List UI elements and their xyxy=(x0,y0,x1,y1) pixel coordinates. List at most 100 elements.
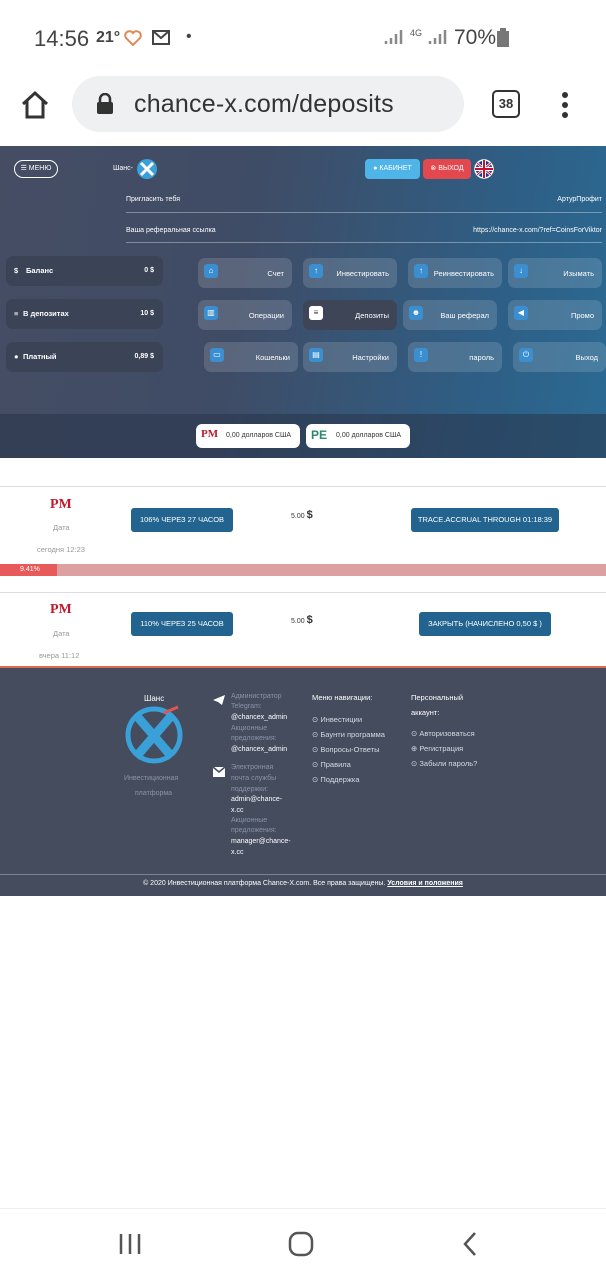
menu-button[interactable]: ☰ МЕНЮ xyxy=(14,160,58,178)
logo-icon[interactable] xyxy=(136,158,158,180)
support-email-icon xyxy=(212,766,226,777)
nav-exit-label: Выход xyxy=(575,353,598,362)
lock-icon xyxy=(97,93,113,114)
footer-link-faq[interactable]: ⊙ Вопросы-Ответы xyxy=(312,742,385,757)
footer-link-login[interactable]: ⊙ Авторизоваться xyxy=(411,726,477,741)
amount-value: 5.00 xyxy=(291,618,305,625)
copyright: © 2020 Инвестиционная платформа Chance-X… xyxy=(0,880,606,887)
plan-button[interactable]: 106% ЧЕРЕЗ 27 ЧАСОВ xyxy=(131,508,233,532)
nav-settings-button[interactable]: ▤ Настройки xyxy=(303,342,397,372)
deposit-card: PM Дата вчера 11:12 110% ЧЕРЕЗ 25 ЧАСОВ … xyxy=(0,592,606,668)
footer-link-forgot[interactable]: ⊙ Забыли пароль? xyxy=(411,756,477,771)
amount-value: 5.00 xyxy=(291,513,305,520)
link-label: Баунти программа xyxy=(320,730,385,739)
nav-deposits-label: Депозиты xyxy=(355,311,389,320)
home-nav-icon[interactable] xyxy=(288,1231,314,1257)
footer-link-invest[interactable]: ⊙ Инвестиции xyxy=(312,712,385,727)
cabinet-button[interactable]: ● КАБИНЕТ xyxy=(365,159,420,179)
promo-label: предложения: xyxy=(231,827,277,834)
admin-telegram-link[interactable]: @chancex_admin xyxy=(231,713,287,724)
promo-label: предложения: xyxy=(231,735,277,742)
admin-telegram-label: Telegram: xyxy=(231,703,262,710)
link-label: Регистрация xyxy=(419,744,464,753)
manager-email-link[interactable]: manager@chance- xyxy=(231,837,291,848)
nav-promo-button[interactable]: ◀ Промо xyxy=(508,300,602,330)
referral-label: Ваша реферальная ссылка xyxy=(126,227,216,234)
battery-icon xyxy=(497,28,509,47)
android-nav-bar xyxy=(0,1208,606,1280)
nav-account-button[interactable]: ⌂ Счет xyxy=(198,258,292,288)
recent-apps-icon[interactable] xyxy=(118,1233,142,1255)
link-label: Забыли пароль? xyxy=(419,759,478,768)
progress-bar: 9.41% xyxy=(0,564,606,576)
close-deposit-button[interactable]: ЗАКРЫТЬ (НАЧИСЛЕНО 0,50 $ ) xyxy=(419,612,551,636)
footer-logo-icon xyxy=(125,705,183,764)
address-bar[interactable]: chance-x.com/deposits xyxy=(72,76,464,132)
promo-telegram-link[interactable]: @chancex_admin xyxy=(231,745,287,756)
footer-brand: Шанс xyxy=(144,694,165,703)
logo-text: Шанс- xyxy=(113,165,134,172)
nav-deposits-button[interactable]: ≡ Депозиты xyxy=(303,300,397,330)
health-icon xyxy=(124,30,142,46)
nav-invest-button[interactable]: ↑ Инвестировать xyxy=(303,258,397,288)
footer-link-register[interactable]: ⊕ Регистрация xyxy=(411,741,477,756)
account-links: ⊙ Авторизоваться ⊕ Регистрация ⊙ Забыли … xyxy=(411,726,477,771)
back-icon[interactable] xyxy=(462,1231,478,1257)
nav-referral-label: Ваш реферал xyxy=(440,311,489,320)
link-label: Вопросы-Ответы xyxy=(320,745,380,754)
payeer-logo: PE xyxy=(311,428,328,442)
footer-link-support[interactable]: ⊙ Поддержка xyxy=(312,772,385,787)
footer-link-bounty[interactable]: ⊙ Баунти программа xyxy=(312,727,385,742)
battery-level: 70% xyxy=(454,26,497,49)
nav-referral-button[interactable]: ☻ Ваш реферал xyxy=(403,300,497,330)
wallet-pe: PE 0,00 долларов США xyxy=(306,424,410,448)
referral-link[interactable]: https://chance-x.com/?ref=CoinsForViktor xyxy=(473,227,602,234)
terms-link[interactable]: Условия и положения xyxy=(387,880,463,887)
telegram-icon xyxy=(213,695,225,705)
nav-wallets-button[interactable]: ▭ Кошельки xyxy=(204,342,298,372)
nav-reinvest-label: Реинвестировать xyxy=(433,269,494,278)
manager-email-link[interactable]: x.cc xyxy=(231,848,243,859)
status-temperature: 21° xyxy=(96,29,121,46)
footer-link-rules[interactable]: ⊙ Правила xyxy=(312,757,385,772)
nav-password-button[interactable]: ! пароль xyxy=(408,342,502,372)
paid-label: Платный xyxy=(23,352,57,361)
accrual-timer-button[interactable]: TRACE.ACCRUAL THROUGH 01:18:39 xyxy=(411,508,559,532)
nav-menu-list: ⊙ Инвестиции ⊙ Баунти программа ⊙ Вопрос… xyxy=(312,712,385,787)
deposit-date: сегодня 12:23 xyxy=(37,545,85,554)
home-icon[interactable] xyxy=(20,90,50,120)
admin-email-link[interactable]: x.cc xyxy=(231,806,243,817)
nav-menu-title: Меню навигации: xyxy=(312,693,373,702)
signal-icon xyxy=(384,30,403,44)
deposit-card: PM Дата сегодня 12:23 106% ЧЕРЕЗ 27 ЧАСО… xyxy=(0,486,606,576)
copyright-text: © 2020 Инвестиционная платформа Chance-X… xyxy=(143,880,386,887)
account-title: аккаунт: xyxy=(411,708,440,717)
download-icon: ↓ xyxy=(514,264,528,278)
divider xyxy=(0,874,606,875)
date-label: Дата xyxy=(53,629,70,638)
url-text: chance-x.com/deposits xyxy=(134,90,394,118)
tab-switcher-button[interactable]: 38 xyxy=(492,90,520,118)
nav-reinvest-button[interactable]: ↑ Реинвестировать xyxy=(408,258,502,288)
deposit-date: вчера 11:12 xyxy=(39,651,80,660)
site-header: ☰ МЕНЮ Шанс- ● КАБИНЕТ ⊗ ВЫХОД Пригласит… xyxy=(0,146,606,458)
nav-withdraw-button[interactable]: ↓ Изымать xyxy=(508,258,602,288)
status-bar: 14:56 21° • 4G 70% xyxy=(0,0,606,74)
logout-button[interactable]: ⊗ ВЫХОД xyxy=(423,159,471,179)
deposits-label: В депозитах xyxy=(23,309,69,318)
balance-label: Баланс xyxy=(26,266,54,275)
nav-operations-label: Операции xyxy=(248,311,284,320)
uk-flag-icon[interactable] xyxy=(474,159,494,179)
nav-operations-button[interactable]: ▥ Операции xyxy=(198,300,292,330)
progress-label: 9.41% xyxy=(20,566,40,573)
plan-button[interactable]: 110% ЧЕРЕЗ 25 ЧАСОВ xyxy=(131,612,233,636)
account-title: Персональный xyxy=(411,693,464,702)
footer-brand-sub: Инвестиционная xyxy=(124,775,179,782)
nav-exit-button[interactable]: ⏻ Выход xyxy=(513,342,606,372)
more-options-icon[interactable] xyxy=(560,90,570,120)
admin-email-link[interactable]: admin@chance- xyxy=(231,795,282,806)
nav-password-label: пароль xyxy=(469,353,494,362)
signal-icon-2 xyxy=(428,30,447,44)
power-icon: ⏻ xyxy=(519,348,533,362)
email-label: Электронная xyxy=(231,764,274,771)
